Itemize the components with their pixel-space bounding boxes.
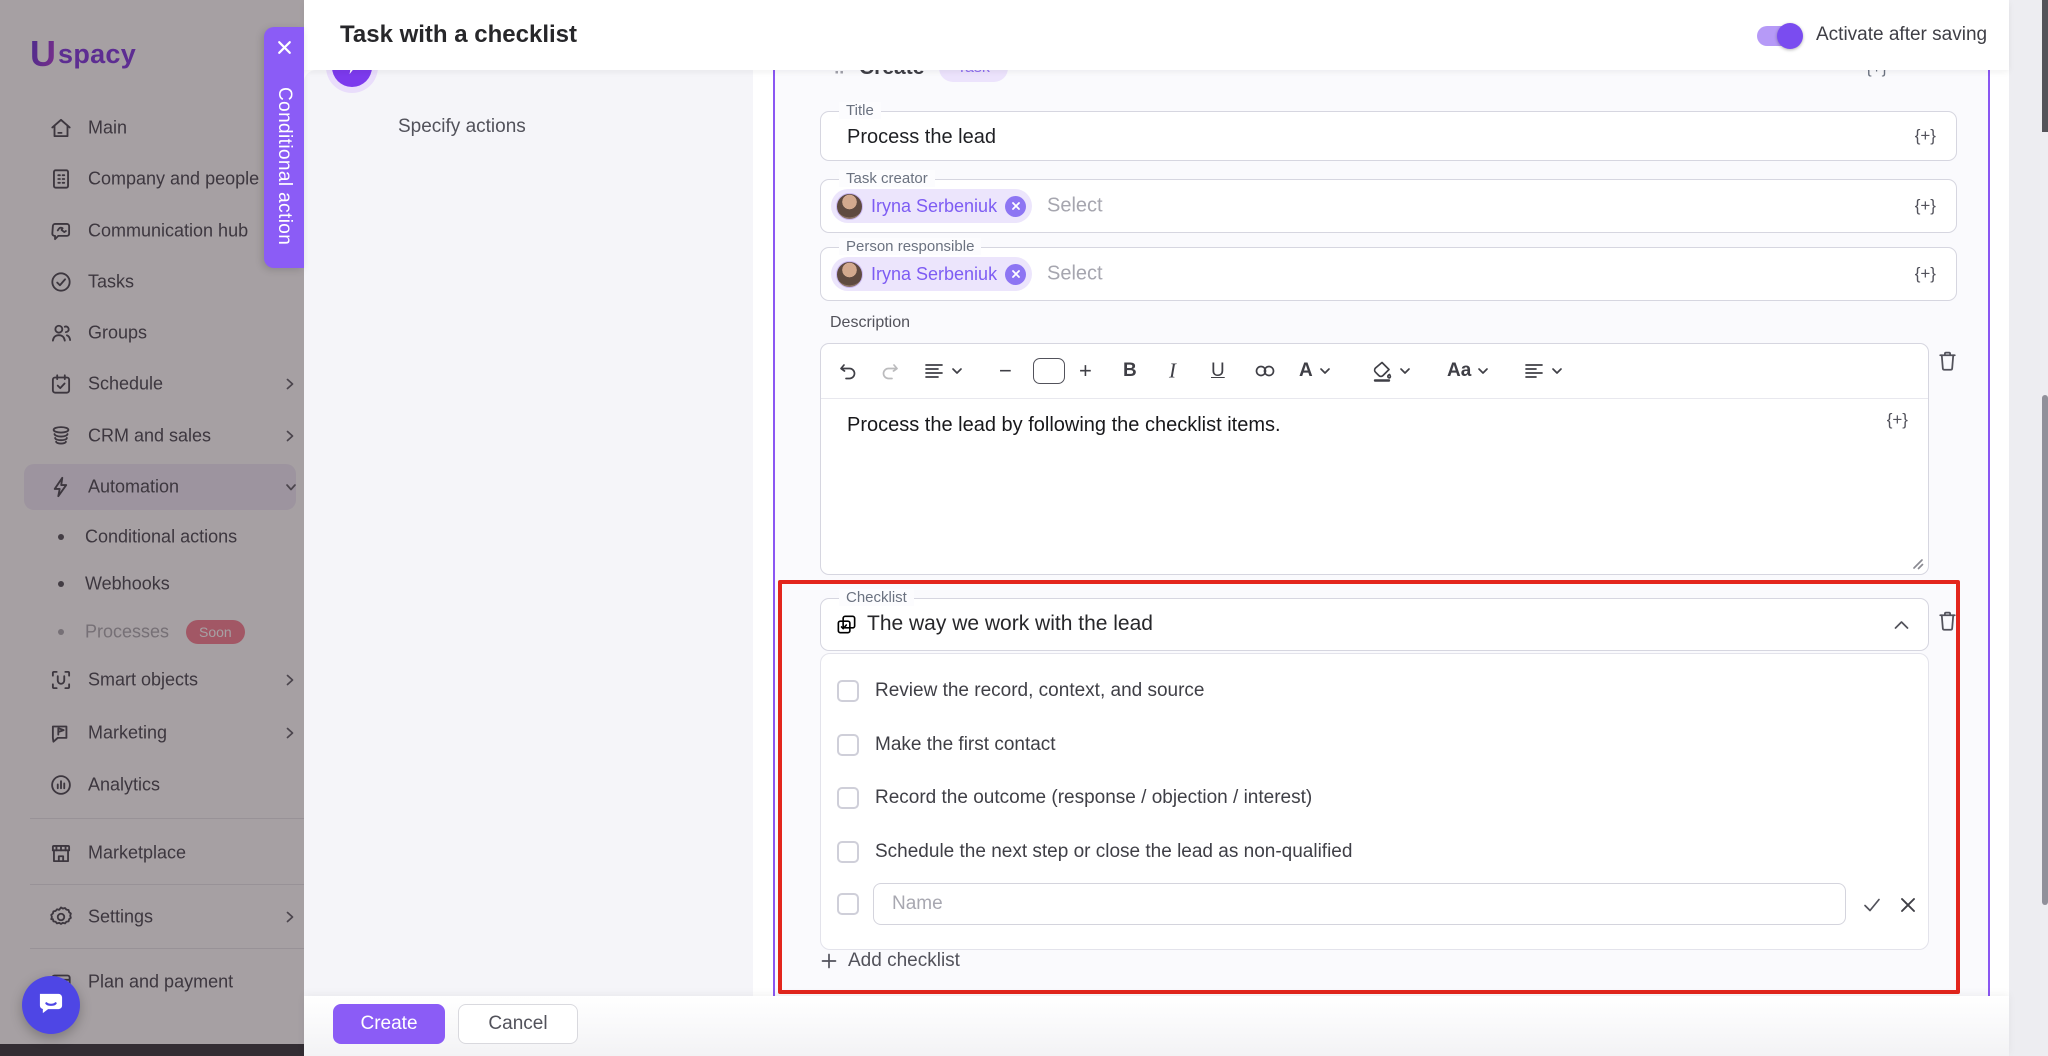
- create-button[interactable]: Create: [333, 1004, 445, 1044]
- confirm-item-icon[interactable]: [1861, 894, 1883, 916]
- checklist-name-field[interactable]: Checklist The way we work with the lead: [820, 598, 1929, 651]
- select-placeholder: Select: [1047, 195, 1103, 218]
- activate-toggle[interactable]: [1757, 26, 1801, 46]
- item-checkbox[interactable]: [837, 787, 859, 809]
- italic-button[interactable]: I: [1169, 359, 1176, 384]
- chat-bubble-icon: [37, 991, 65, 1019]
- underline-button[interactable]: U: [1211, 360, 1225, 382]
- insert-variable-button[interactable]: {+}: [1915, 196, 1936, 216]
- insert-variable-button[interactable]: {+}: [1887, 410, 1908, 430]
- task-creator-field[interactable]: Task creator Iryna Serbeniuk Select {+}: [820, 179, 1957, 233]
- remove-chip-button[interactable]: [1005, 264, 1026, 285]
- delete-checklist-button[interactable]: [1935, 608, 1960, 634]
- checklist-item-text[interactable]: Review the record, context, and source: [875, 680, 1205, 702]
- cancel-item-icon[interactable]: [1897, 894, 1919, 916]
- modal-title: Task with a checklist: [340, 0, 577, 70]
- task-creator-field-label: Task creator: [839, 170, 935, 187]
- person-responsible-field[interactable]: Person responsible Iryna Serbeniuk Selec…: [820, 247, 1957, 301]
- resize-handle-icon[interactable]: [1910, 556, 1924, 570]
- add-checklist-label: Add checklist: [848, 950, 960, 972]
- checklist-item-text[interactable]: Record the outcome (response / objection…: [875, 787, 1312, 809]
- delete-description-button[interactable]: [1935, 348, 1960, 374]
- checklist-item-text[interactable]: Schedule the next step or close the lead…: [875, 841, 1352, 863]
- checklist-copy-icon: [835, 613, 858, 636]
- avatar: [836, 193, 863, 220]
- avatar: [836, 261, 863, 288]
- checklist-item: Schedule the next step or close the lead…: [821, 834, 1928, 870]
- browser-scrollbar[interactable]: [2042, 0, 2048, 1056]
- modal-footer: Create Cancel: [304, 996, 2009, 1056]
- checklist-items-panel: Review the record, context, and source M…: [820, 653, 1929, 950]
- person-responsible-field-label: Person responsible: [839, 238, 981, 255]
- conditional-action-tab-label: Conditional action: [273, 87, 295, 245]
- toggle-knob: [1777, 23, 1803, 49]
- modal-backdrop: [0, 0, 304, 1056]
- align-button[interactable]: [1523, 361, 1564, 381]
- highlight-bucket-button[interactable]: [1371, 360, 1412, 382]
- insert-variable-button[interactable]: {+}: [1915, 126, 1936, 146]
- user-chip-name: Iryna Serbeniuk: [871, 196, 997, 217]
- modal-header: Task with a checklist Activate after sav…: [304, 0, 2009, 70]
- user-chip[interactable]: Iryna Serbeniuk: [831, 257, 1032, 291]
- new-item-checkbox[interactable]: [837, 893, 859, 915]
- font-family-button[interactable]: Aa: [1447, 360, 1490, 382]
- cancel-button[interactable]: Cancel: [458, 1004, 578, 1044]
- task-modal: Specify actions ⠿ Create Task {+} Title …: [304, 0, 2009, 1056]
- title-input[interactable]: [845, 112, 1749, 162]
- screen: Uspacy Main Company and people Communica…: [0, 0, 2048, 1056]
- font-size-increase-button[interactable]: +: [1079, 358, 1092, 384]
- new-item-name-input[interactable]: [873, 883, 1846, 925]
- bold-button[interactable]: B: [1123, 360, 1137, 382]
- remove-chip-button[interactable]: [1005, 196, 1026, 217]
- add-checklist-button[interactable]: Add checklist: [820, 948, 960, 974]
- chat-fab-button[interactable]: [22, 976, 80, 1034]
- description-editor[interactable]: − + B I U A Aa Process the lead by follo…: [820, 343, 1929, 575]
- item-checkbox[interactable]: [837, 680, 859, 702]
- step-label: Specify actions: [398, 116, 526, 138]
- text-color-button[interactable]: A: [1299, 360, 1332, 382]
- item-checkbox[interactable]: [837, 841, 859, 863]
- description-text[interactable]: Process the lead by following the checkl…: [847, 414, 1281, 437]
- checklist-item: Review the record, context, and source: [821, 673, 1928, 709]
- checklist-item: Record the outcome (response / objection…: [821, 780, 1928, 816]
- conditional-action-tab[interactable]: Conditional action: [264, 27, 304, 268]
- description-label: Description: [830, 314, 910, 332]
- steps-panel: Specify actions: [304, 70, 753, 996]
- collapse-checklist-icon[interactable]: [1893, 619, 1910, 631]
- activate-toggle-label: Activate after saving: [1816, 0, 1987, 70]
- checklist-item-text[interactable]: Make the first contact: [875, 734, 1056, 756]
- font-size-decrease-button[interactable]: −: [999, 358, 1012, 384]
- font-size-box[interactable]: [1033, 358, 1065, 384]
- page-background-strip: [2009, 0, 2043, 1056]
- title-field[interactable]: Title {+}: [820, 111, 1957, 161]
- checklist-name[interactable]: The way we work with the lead: [867, 599, 1153, 649]
- create-task-card: ⠿ Create Task {+} Title {+} Task creator…: [773, 50, 1990, 996]
- user-chip[interactable]: Iryna Serbeniuk: [831, 189, 1032, 223]
- scrollbar-thumb[interactable]: [2042, 395, 2048, 905]
- item-checkbox[interactable]: [837, 734, 859, 756]
- plus-icon: [820, 952, 838, 970]
- link-icon[interactable]: [1253, 363, 1277, 379]
- close-icon[interactable]: [276, 39, 293, 56]
- user-chip-name: Iryna Serbeniuk: [871, 264, 997, 285]
- redo-button[interactable]: [879, 360, 901, 382]
- insert-variable-button[interactable]: {+}: [1915, 264, 1936, 284]
- scrollbar-top-segment: [2042, 0, 2048, 132]
- undo-button[interactable]: [837, 360, 859, 382]
- line-spacing-button[interactable]: [923, 361, 964, 381]
- toolbar-divider: [821, 398, 1928, 399]
- checklist-item: Make the first contact: [821, 727, 1928, 763]
- select-placeholder: Select: [1047, 263, 1103, 286]
